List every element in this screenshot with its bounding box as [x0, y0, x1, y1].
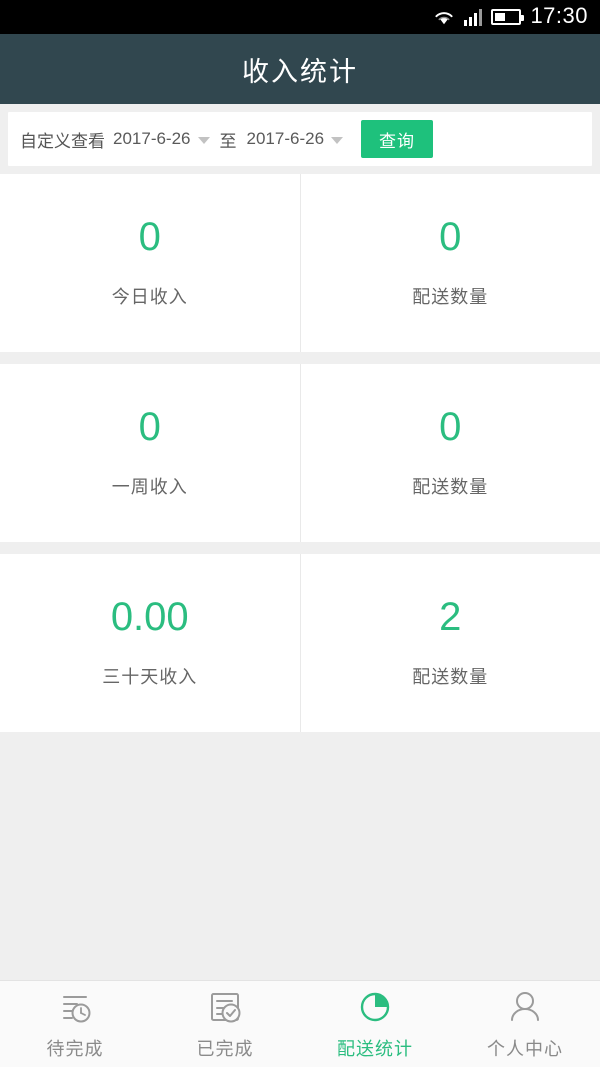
tab-label: 个人中心 [487, 1039, 563, 1059]
wifi-icon [433, 8, 455, 26]
stat-value: 0 [138, 405, 161, 449]
tab-profile[interactable]: 个人中心 [450, 981, 600, 1067]
tab-label: 待完成 [46, 1039, 104, 1059]
stat-cell-month-income: 0.00 三十天收入 [0, 554, 301, 732]
stats-section: 0 今日收入 0 配送数量 0 一周收入 0 配送数量 0.00 三十天收入 2… [0, 174, 600, 732]
query-button[interactable]: 查询 [361, 120, 434, 158]
stat-label: 配送数量 [412, 287, 489, 307]
stat-cell-today-income: 0 今日收入 [0, 174, 301, 352]
filter-bar-wrapper: 自定义查看 2017-6-26 至 2017-6-26 查询 [0, 104, 600, 166]
person-icon [505, 987, 545, 1027]
end-date-value: 2017-6-26 [246, 129, 325, 148]
tab-label: 已完成 [196, 1039, 254, 1059]
stat-value: 0 [138, 215, 161, 259]
stat-label: 今日收入 [111, 287, 188, 307]
tab-delivery-stats[interactable]: 配送统计 [300, 981, 450, 1067]
stat-cell-week-deliveries: 0 配送数量 [301, 364, 600, 542]
stat-label: 一周收入 [111, 477, 188, 497]
status-bar: 17:30 [0, 0, 600, 34]
status-time: 17:30 [530, 3, 588, 28]
chevron-down-icon [331, 136, 344, 144]
stat-row: 0 今日收入 0 配送数量 [0, 174, 600, 352]
page-title: 收入统计 [242, 56, 358, 87]
app-header: 收入统计 [0, 34, 600, 104]
stat-label: 配送数量 [412, 667, 489, 687]
start-date-picker[interactable]: 2017-6-26 [113, 129, 210, 149]
stat-value: 0 [439, 405, 462, 449]
end-date-picker[interactable]: 2017-6-26 [247, 129, 344, 149]
stat-value: 2 [439, 595, 462, 639]
filter-label: 自定义查看 [20, 131, 105, 151]
stat-label: 三十天收入 [102, 667, 198, 687]
signal-icon [464, 8, 483, 26]
stat-value: 0.00 [110, 595, 189, 639]
stat-value: 0 [439, 215, 462, 259]
stat-cell-week-income: 0 一周收入 [0, 364, 301, 542]
bottom-navigation: 待完成 已完成 配送统计 个人中心 [0, 980, 600, 1067]
stat-label: 配送数量 [412, 477, 489, 497]
tab-label: 配送统计 [337, 1039, 413, 1059]
tab-pending[interactable]: 待完成 [0, 981, 150, 1067]
pending-list-clock-icon [55, 987, 95, 1027]
stat-row: 0.00 三十天收入 2 配送数量 [0, 554, 600, 732]
document-check-icon [205, 987, 245, 1027]
stat-cell-today-deliveries: 0 配送数量 [301, 174, 600, 352]
filter-bar: 自定义查看 2017-6-26 至 2017-6-26 查询 [8, 112, 592, 166]
stat-row: 0 一周收入 0 配送数量 [0, 364, 600, 542]
date-range-separator: 至 [219, 131, 237, 151]
start-date-value: 2017-6-26 [113, 129, 191, 148]
battery-icon [491, 9, 525, 25]
stat-cell-month-deliveries: 2 配送数量 [301, 554, 600, 732]
chevron-down-icon [197, 136, 210, 144]
pie-chart-icon [355, 987, 395, 1027]
tab-completed[interactable]: 已完成 [150, 981, 300, 1067]
